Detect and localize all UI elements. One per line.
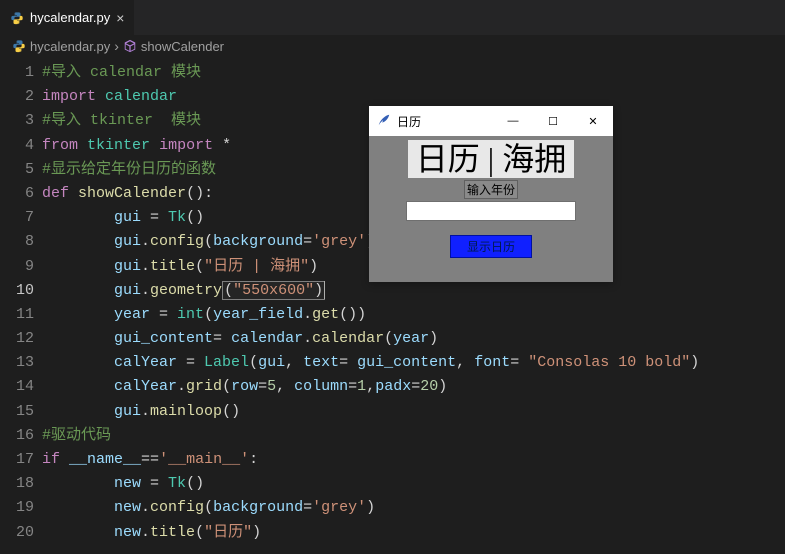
editor-tab[interactable]: hycalendar.py × <box>0 0 135 35</box>
chevron-right-icon: › <box>114 38 119 54</box>
close-icon[interactable]: × <box>116 11 124 25</box>
year-input-label: 输入年份 <box>464 180 518 199</box>
show-calendar-button[interactable]: 显示日历 <box>450 235 532 258</box>
symbol-method-icon <box>123 39 137 53</box>
tab-bar: hycalendar.py × <box>0 0 785 35</box>
breadcrumb-file: hycalendar.py <box>30 39 110 54</box>
python-file-icon <box>12 39 26 53</box>
maximize-button[interactable]: ☐ <box>533 106 573 136</box>
breadcrumb[interactable]: hycalendar.py › showCalender <box>0 35 785 57</box>
app-feather-icon <box>377 113 391 130</box>
minimize-button[interactable]: — <box>493 106 533 136</box>
app-client-area: 日历 | 海拥 输入年份 显示日历 <box>369 136 613 282</box>
app-window-title: 日历 <box>397 113 493 130</box>
python-file-icon <box>10 11 24 25</box>
close-button[interactable]: ✕ <box>573 106 613 136</box>
line-number-gutter: 1234567891011121314151617181920 <box>0 61 42 545</box>
app-banner: 日历 | 海拥 <box>408 140 574 178</box>
year-input[interactable] <box>406 201 576 221</box>
app-titlebar[interactable]: 日历 — ☐ ✕ <box>369 106 613 136</box>
app-window: 日历 — ☐ ✕ 日历 | 海拥 输入年份 显示日历 <box>369 106 613 282</box>
breadcrumb-symbol: showCalender <box>141 39 224 54</box>
tab-filename: hycalendar.py <box>30 10 110 25</box>
